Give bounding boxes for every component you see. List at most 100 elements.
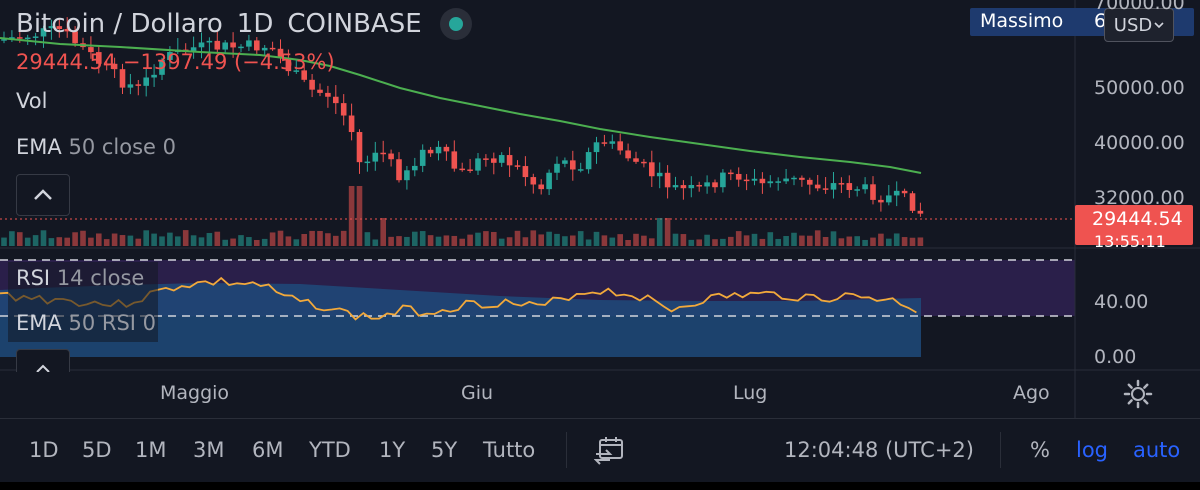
range-all-button[interactable]: Tutto (483, 438, 535, 462)
volume-bar (317, 231, 323, 246)
volume-bar (238, 235, 244, 246)
volume-bar (735, 231, 742, 246)
candle-body (506, 155, 513, 166)
volume-bar (103, 239, 110, 246)
candle-body (838, 183, 845, 185)
market-status-icon[interactable] (439, 8, 472, 40)
volume-bar (48, 238, 55, 246)
candle-body (712, 182, 718, 188)
candle-body (807, 179, 813, 185)
volume-bar (9, 231, 15, 246)
volume-bar (593, 231, 600, 246)
volume-bar (80, 230, 86, 246)
volume-bar (846, 236, 853, 246)
range-3m-button[interactable]: 3M (193, 438, 224, 462)
volume-bar (214, 231, 221, 246)
range-6m-button[interactable]: 6M (252, 438, 283, 462)
candle-body (459, 168, 465, 171)
candle-body (735, 173, 742, 180)
volume-bar (656, 218, 663, 246)
symbol-name[interactable]: Bitcoin / Dollaro (16, 9, 223, 39)
candle-body (870, 184, 876, 200)
auto-scale-button[interactable]: auto (1133, 438, 1180, 462)
volume-bar (522, 237, 529, 246)
volume-bar (649, 238, 655, 246)
candle-body (743, 179, 750, 182)
collapse-legend-button[interactable] (16, 174, 70, 216)
candle-body (372, 152, 379, 162)
rsi-ema-legend[interactable]: EMA 50 RSI 0 (16, 311, 156, 335)
volume-bar (562, 236, 568, 246)
volume-bar (372, 239, 379, 246)
volume-bar (127, 235, 134, 246)
volume-bar (293, 239, 300, 246)
volume-bar (388, 236, 394, 246)
volume-bar (680, 234, 687, 246)
toolbar-divider (1000, 432, 1001, 468)
volume-bar (807, 235, 813, 246)
volume-bar (17, 232, 23, 246)
candle-body (577, 169, 584, 171)
range-5y-button[interactable]: 5Y (431, 438, 457, 462)
user-name[interactable]: Massimo (980, 10, 1063, 32)
range-ytd-button[interactable]: YTD (309, 438, 351, 462)
volume-legend[interactable]: Vol (16, 89, 47, 113)
candle-body (830, 183, 837, 190)
candle-body (601, 142, 608, 144)
candle-body (206, 40, 213, 43)
range-1m-button[interactable]: 1M (135, 438, 166, 462)
chart-app: Bitcoin / Dollaro 1D COINBASE 29444.54 −… (0, 0, 1200, 490)
volume-bar (325, 233, 331, 246)
volume-bar (830, 231, 837, 246)
volume-bar (364, 232, 371, 246)
volume-bar (759, 238, 766, 246)
volume-bar (822, 236, 829, 246)
candle-body (878, 199, 884, 203)
collapse-rsi-legend-button[interactable] (16, 349, 70, 372)
volume-bar (901, 237, 908, 246)
gear-icon[interactable] (1122, 378, 1154, 410)
volume-bar (878, 233, 884, 246)
rsi-legend[interactable]: RSI 14 close (16, 266, 144, 290)
volume-bar (712, 239, 718, 246)
volume-bar (443, 235, 450, 246)
volume-bar (143, 230, 149, 246)
volume-bar (570, 235, 576, 246)
candle-body (704, 182, 710, 187)
range-5d-button[interactable]: 5D (82, 438, 112, 462)
log-scale-button[interactable]: log (1076, 438, 1108, 462)
volume-bar (198, 237, 205, 246)
range-1d-button[interactable]: 1D (29, 438, 59, 462)
volume-bar (483, 231, 489, 246)
percent-scale-button[interactable]: % (1030, 438, 1050, 462)
volume-bar (182, 230, 189, 246)
candle-body (546, 172, 552, 190)
clock-timezone[interactable]: 12:04:48 (UTC+2) (784, 438, 974, 462)
candle-body (633, 158, 639, 162)
candle-body (222, 42, 228, 50)
candle-body (388, 153, 394, 160)
ema-legend[interactable]: EMA 50 close 0 (16, 135, 176, 159)
interval[interactable]: 1D (237, 9, 274, 39)
candle-body (554, 163, 560, 173)
candle-body (230, 42, 236, 48)
volume-bar (720, 238, 726, 246)
candle-body (135, 84, 142, 86)
volume-bar (917, 237, 924, 246)
chart-title[interactable]: Bitcoin / Dollaro 1D COINBASE (16, 8, 472, 40)
volume-bar (206, 233, 213, 246)
volume-bar (625, 239, 631, 246)
candle-body (846, 183, 853, 191)
candle-body (143, 77, 149, 86)
candle-body (688, 185, 695, 189)
volume-bar (585, 239, 592, 246)
volume-bar (412, 231, 418, 246)
range-1y-button[interactable]: 1Y (379, 438, 405, 462)
volume-bar (167, 232, 173, 246)
candle-body (696, 185, 702, 187)
volume-bar (1, 237, 7, 246)
rsi-axis-label: 0.00 (1094, 346, 1137, 368)
volume-bar (672, 233, 679, 246)
rsi-legend-params: 14 close (56, 266, 145, 290)
compare-arrows-icon[interactable] (594, 436, 626, 466)
